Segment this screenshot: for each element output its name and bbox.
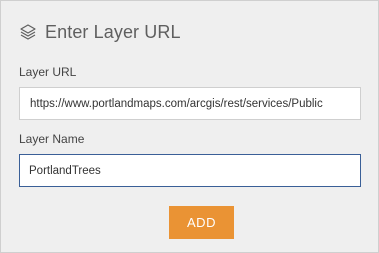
layer-url-input[interactable] <box>19 87 361 120</box>
panel-header: Enter Layer URL <box>19 19 181 45</box>
layer-name-input[interactable] <box>19 154 361 187</box>
layers-icon <box>19 23 37 41</box>
add-layer-panel: Enter Layer URL Layer URL Layer Name ADD <box>0 0 379 253</box>
layer-url-label: Layer URL <box>19 65 77 79</box>
panel-title: Enter Layer URL <box>45 21 181 42</box>
layer-name-label: Layer Name <box>19 132 85 146</box>
add-button[interactable]: ADD <box>169 206 234 239</box>
